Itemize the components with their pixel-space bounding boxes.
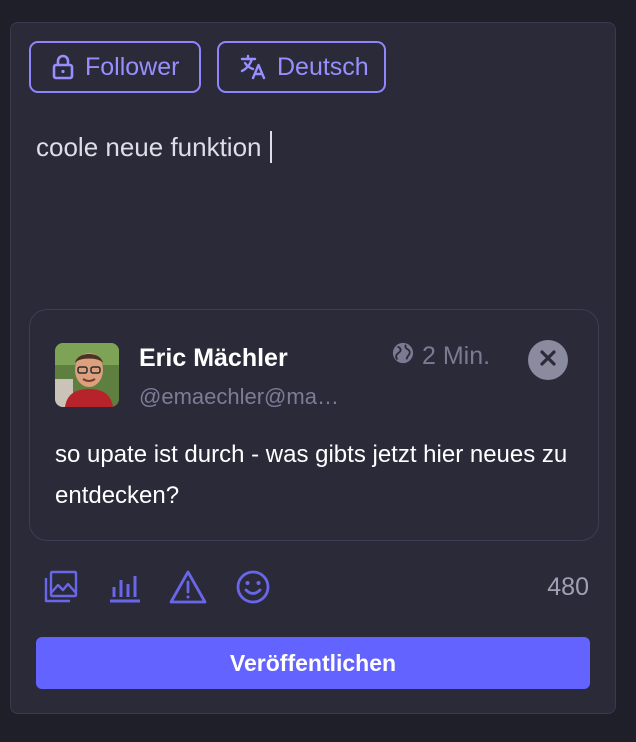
warning-icon (169, 570, 207, 609)
quoted-post: Eric Mächler @emaechler@ma… 2 Min. so up… (29, 309, 599, 541)
language-button[interactable]: Deutsch (217, 41, 386, 93)
emoji-icon (235, 570, 271, 609)
language-label: Deutsch (277, 52, 369, 81)
poll-icon (107, 576, 143, 609)
remove-quote-button[interactable] (528, 340, 568, 380)
avatar (55, 343, 119, 407)
quoted-post-body: so upate ist durch - was gibts jetzt hie… (55, 441, 568, 509)
translate-icon (239, 53, 267, 81)
publish-button[interactable]: Veröffentlichen (36, 637, 590, 689)
add-media-button[interactable] (43, 569, 79, 605)
character-counter: 480 (547, 573, 589, 601)
post-meta: 2 Min. (392, 342, 490, 371)
text-caret (269, 131, 272, 163)
image-icon (43, 570, 79, 609)
compose-panel: Follower Deutsch coole neue funktion Eri… (10, 22, 616, 714)
content-warning-button[interactable] (169, 569, 207, 605)
globe-icon (392, 342, 414, 371)
add-poll-button[interactable] (107, 569, 143, 605)
author-name[interactable]: Eric Mächler (139, 344, 288, 373)
emoji-button[interactable] (235, 569, 271, 605)
compose-text-value: coole neue funktion (36, 131, 262, 162)
visibility-button[interactable]: Follower (29, 41, 201, 93)
visibility-label: Follower (85, 52, 180, 81)
compose-textarea[interactable]: coole neue funktion (36, 131, 272, 163)
close-icon (538, 348, 558, 373)
lock-icon (51, 54, 75, 80)
author-handle[interactable]: @emaechler@ma… (139, 384, 339, 410)
post-time[interactable]: 2 Min. (422, 342, 490, 371)
